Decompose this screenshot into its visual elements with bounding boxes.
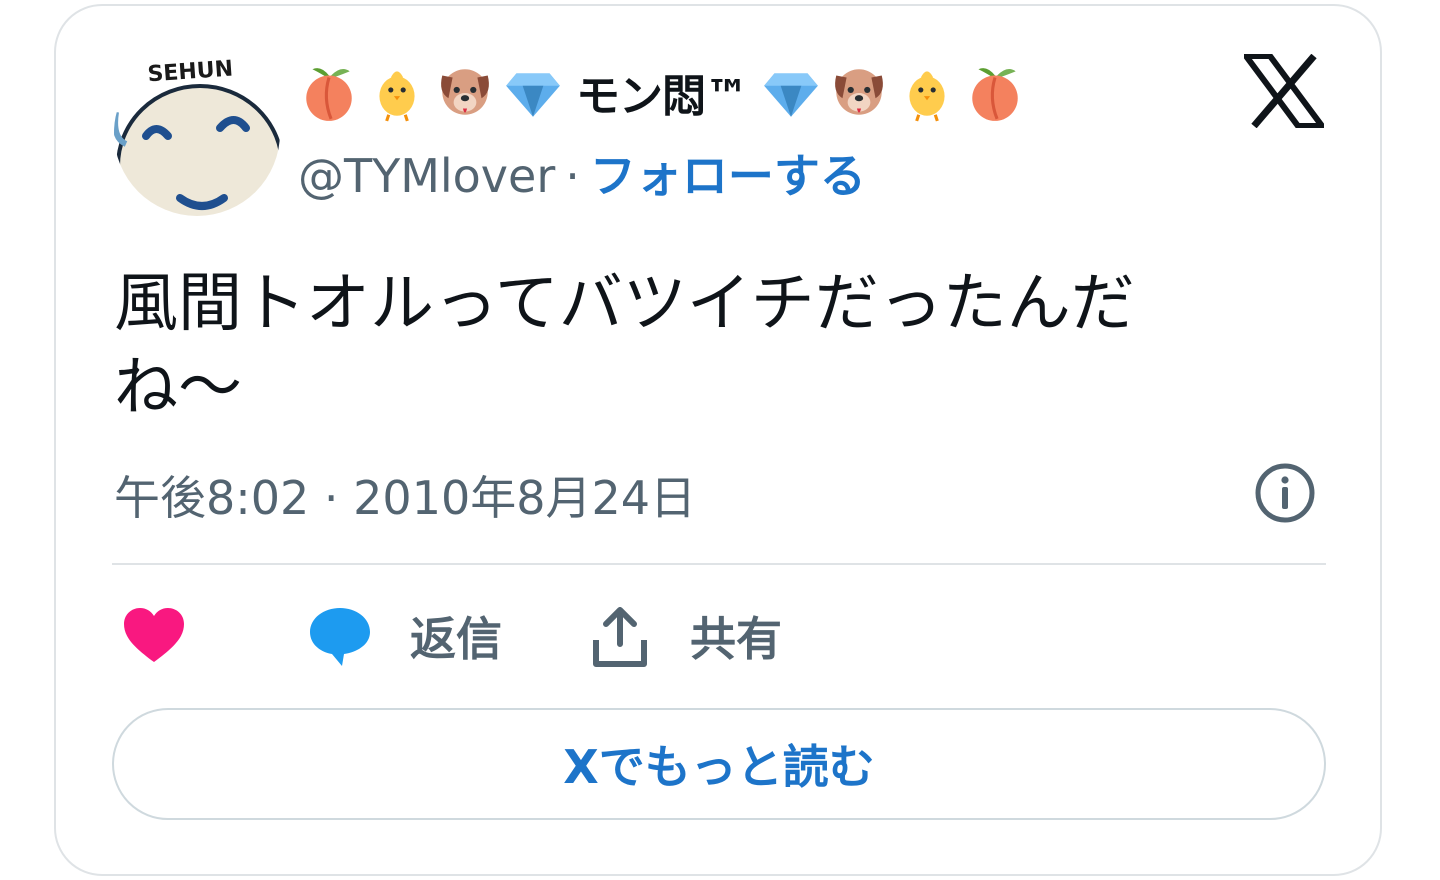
share-upload-icon bbox=[593, 607, 647, 667]
reply-button[interactable]: 返信 bbox=[308, 596, 502, 676]
display-name[interactable]: モン悶™ bbox=[576, 60, 749, 124]
heart-icon bbox=[124, 608, 184, 662]
info-icon[interactable] bbox=[1254, 462, 1316, 524]
dog-face-icon bbox=[441, 69, 489, 115]
separator-dot: · bbox=[565, 149, 580, 203]
like-button[interactable] bbox=[122, 596, 186, 676]
x-logo-icon[interactable] bbox=[1244, 54, 1324, 128]
avatar[interactable]: SEHUN bbox=[112, 48, 282, 218]
dog-face-icon bbox=[835, 69, 883, 115]
tweet-text: 風間トオルってバツイチだったんだ ね〜 bbox=[114, 262, 1274, 430]
tweet-text-line: 風間トオルってバツイチだったんだ bbox=[114, 267, 1135, 341]
peach-icon bbox=[306, 68, 352, 121]
speech-bubble-icon bbox=[310, 608, 370, 666]
user-handle[interactable]: @TYMlover bbox=[298, 149, 555, 203]
read-more-label: Xでもっと読む bbox=[563, 740, 875, 794]
divider bbox=[112, 563, 1326, 565]
gem-stone-icon bbox=[764, 73, 818, 117]
baby-chick-icon bbox=[909, 71, 945, 122]
display-name-line[interactable]: モン悶™ bbox=[298, 56, 1026, 128]
peach-icon bbox=[972, 68, 1018, 121]
share-label: 共有 bbox=[690, 612, 782, 666]
follow-link[interactable]: フォローする bbox=[590, 149, 866, 203]
read-more-button[interactable]: Xでもっと読む bbox=[112, 708, 1326, 820]
tweet-text-line: ね〜 bbox=[114, 351, 242, 425]
share-button[interactable]: 共有 bbox=[590, 596, 782, 676]
action-bar: 返信 共有 bbox=[112, 596, 1326, 676]
handle-line: @TYMlover · フォローする bbox=[298, 140, 866, 206]
gem-stone-icon bbox=[506, 73, 560, 117]
baby-chick-icon bbox=[379, 71, 415, 122]
tweet-timestamp[interactable]: 午後8:02 · 2010年8月24日 bbox=[114, 462, 696, 528]
reply-label: 返信 bbox=[410, 612, 502, 666]
